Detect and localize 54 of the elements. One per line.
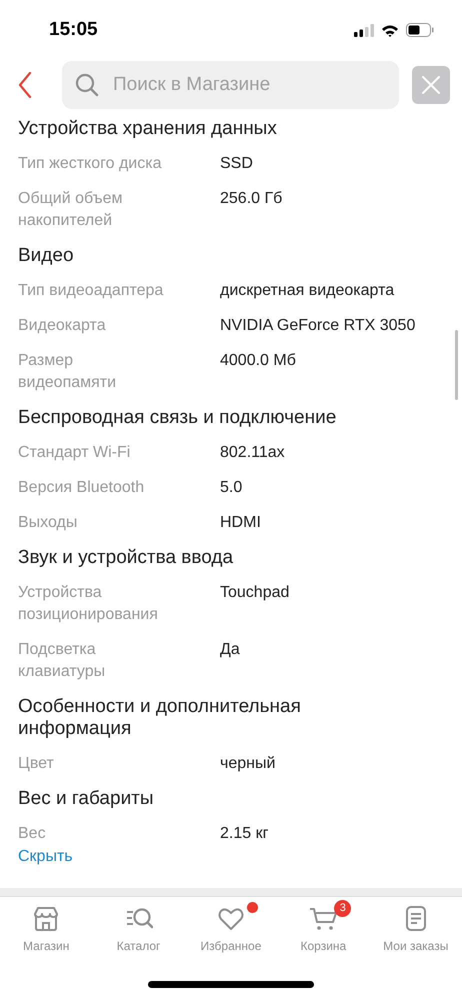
spec-label: Подсветка клавиатуры [18,640,106,682]
spec-value: 256.0 Гб [220,189,282,209]
spec-value: 5.0 [220,478,242,498]
spec-value: Touchpad [220,583,290,603]
spec-value: Да [220,640,240,660]
spec-label: Тип видеоадаптера [18,281,164,301]
spec-label: Тип жесткого диска [18,154,162,174]
tab-label: Каталог [116,939,160,953]
tab-label: Избранное [200,939,262,953]
section-heading: Устройства хранения данных [18,118,278,141]
spec-label: Общий объем накопителей [18,189,124,231]
tab-bar-item[interactable]: Каталог [94,899,184,953]
count-badge: 3 [334,900,352,917]
battery-icon [406,23,434,37]
hide-link[interactable]: Скрыть [18,846,73,868]
status-time: 15:05 [49,19,98,41]
search-icon [75,73,99,97]
spec-label: Выходы [18,513,78,533]
spec-value: NVIDIA GeForce RTX 3050 [220,316,416,336]
spec-value: черный [220,754,276,774]
back-icon [18,72,32,98]
spec-value: 2.15 кг [220,824,268,844]
spec-value: 802.11ax [220,443,285,463]
section-heading: Звук и устройства ввода [18,547,234,570]
spec-label: Цвет [18,754,55,774]
wifi-icon [381,24,399,36]
spec-label: Версия Bluetooth [18,478,146,498]
spec-value: HDMI [220,513,261,533]
spec-value: 4000.0 Мб [220,351,296,371]
signal-icon [354,24,374,36]
scrollbar [455,330,458,400]
tab-bar-item[interactable]: Избранное [186,899,276,953]
tab-label: Мои заказы [383,939,448,953]
notification-dot [246,902,258,913]
store-icon [32,905,60,933]
close-icon [422,76,440,94]
cart-icon [309,905,338,933]
section-heading: Особенности и дополнительная информация [18,696,302,741]
tab-bar-item[interactable]: 3 Корзина [278,899,368,953]
spec-value: SSD [220,154,253,174]
section-heading: Вес и габариты [18,788,155,811]
spec-label: Видеокарта [18,316,107,336]
spec-label: Размер видеопамяти [18,351,118,393]
tab-label: Магазин [23,939,70,953]
section-heading: Беспроводная связь и подключение [18,407,338,430]
spec-value: дискретная видеокарта [220,281,394,301]
spec-label: Устройства позиционирования [18,583,159,625]
search-field[interactable]: Поиск в Магазине [62,61,399,109]
section-heading: Видео [18,245,75,268]
tab-bar-item[interactable]: Магазин [1,899,92,953]
tab-label: Корзина [300,939,346,953]
tab-bar-item[interactable]: Мои заказы [370,899,461,953]
spec-label: Вес [18,824,47,844]
spec-label: Стандарт Wi-Fi [18,443,132,463]
